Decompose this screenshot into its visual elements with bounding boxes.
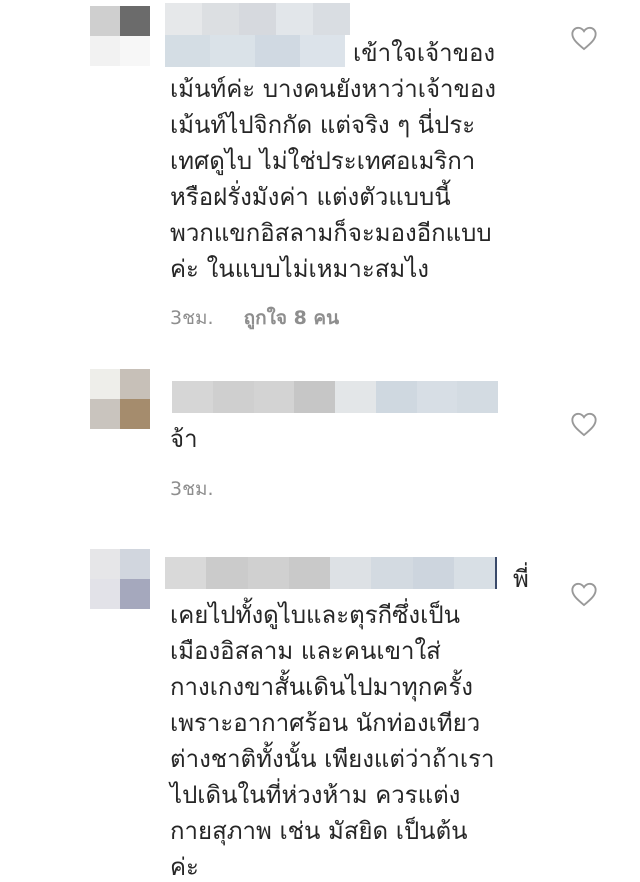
username-blurred[interactable] [165,3,350,35]
avatar[interactable] [90,369,150,429]
username-blurred[interactable] [172,381,498,413]
comment-time[interactable]: 3ชม. [170,303,214,333]
comment-meta: 3ชม. ถูกใจ 8 คน [170,303,339,333]
comment-meta: 3ชม. [170,474,214,504]
heart-outline-icon[interactable] [570,25,598,51]
heart-outline-icon[interactable] [570,581,598,607]
comment-text: พี่ เคยไปทั้งดูไบและตุรกีซึ่งเป็น เมืองอ… [170,565,529,881]
comment-text: จ้า [170,425,198,453]
avatar[interactable] [90,6,150,66]
avatar[interactable] [90,549,150,609]
comment-text: เข้าใจเจ้าของ เม้นท์ค่ะ บางคนยังหาว่าเจ้… [170,39,497,283]
comment-likes[interactable]: ถูกใจ 8 คน [244,303,340,333]
comments-list: เข้าใจเจ้าของ เม้นท์ค่ะ บางคนยังหาว่าเจ้… [0,0,640,882]
comment-time[interactable]: 3ชม. [170,474,214,504]
heart-outline-icon[interactable] [570,411,598,437]
